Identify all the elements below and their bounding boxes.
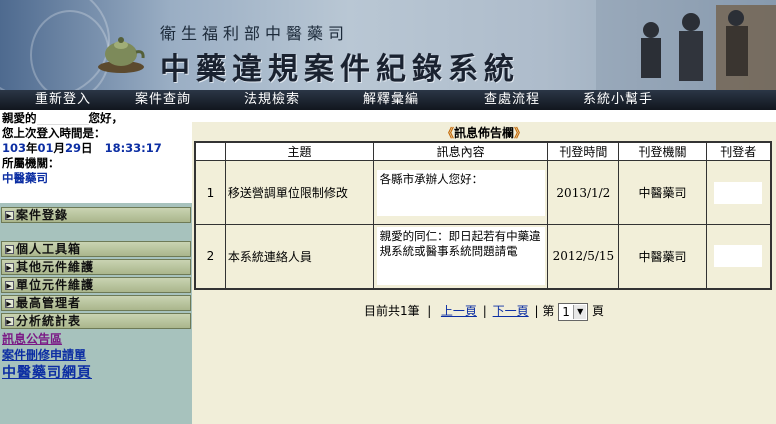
menu-label: 個人工具箱 (16, 242, 82, 256)
username-redacted (36, 112, 89, 125)
nav-help[interactable]: 系統小幫手 (568, 90, 668, 110)
col-date: 刊登時間 (547, 141, 620, 161)
pagination: 目前共1筆 | 上一頁 | 下一頁 | 第 1 ▼ 頁 (192, 302, 776, 321)
greeting-suffix: 您好， (88, 111, 124, 125)
greeting-prefix: 親愛的 (2, 111, 37, 125)
table-row: 1 移送營調單位限制修改 各縣市承辦人您好： 2013/1/2 中醫藥司 (194, 160, 772, 225)
main-nav: 重新登入 案件查詢 法規檢索 解釋彙編 查處流程 系統小幫手 (0, 90, 776, 110)
menu-label: 分析統計表 (16, 314, 82, 328)
pager-sep: | (534, 304, 539, 318)
row-content[interactable]: 各縣市承辦人您好： (376, 169, 545, 216)
row-content[interactable]: 親愛的同仁：即日起若有中藥違規系統或醫事系統問題請電 (376, 227, 545, 286)
col-subject: 主題 (224, 141, 374, 161)
page-suffix: 頁 (592, 304, 605, 318)
record-count: 目前共1筆 (363, 304, 420, 318)
menu-personal-toolbox[interactable]: ▶ 個人工具箱 (1, 241, 191, 257)
login-time: 18:33:17 (104, 141, 162, 155)
expand-triangle-icon: ▶ (5, 245, 14, 254)
menu-label: 其他元件維護 (16, 260, 95, 274)
nav-interpretation[interactable]: 解釋彙編 (326, 90, 456, 110)
row-content-cell: 各縣市承辦人您好： (372, 160, 549, 225)
col-content: 訊息內容 (372, 141, 549, 161)
menu-label: 案件登錄 (16, 208, 69, 222)
expand-triangle-icon: ▶ (5, 317, 14, 326)
row-agency: 中醫藥司 (618, 160, 707, 225)
dept-label: 所屬機關： (2, 156, 60, 170)
row-publisher-cell (705, 160, 772, 225)
table-header-row: 主題 訊息內容 刊登時間 刊登機關 刊登者 (194, 141, 772, 161)
expand-triangle-icon: ▶ (5, 263, 14, 272)
row-date: 2013/1/2 (547, 160, 620, 225)
row-publisher (714, 245, 763, 268)
main-content: 《訊息佈告欄》 主題 訊息內容 刊登時間 刊登機關 刊登者 1 移送營調單位限制… (192, 110, 776, 424)
org-name: 衛生福利部中醫藥司 (160, 24, 350, 43)
row-content-cell: 親愛的同仁：即日起若有中藥違規系統或醫事系統問題請電 (372, 224, 549, 289)
link-dept-website[interactable]: 中醫藥司網頁 (2, 362, 92, 382)
page-select[interactable]: 1 ▼ (558, 302, 589, 321)
teapot-logo-icon (98, 37, 145, 73)
col-no (194, 141, 226, 161)
row-agency: 中醫藥司 (618, 224, 707, 289)
expand-triangle-icon: ▶ (5, 299, 14, 308)
sidebar: 親愛的 您好， 您上次登入時間是： 103年01月29日 18:33:17 所屬機… (0, 110, 192, 424)
prev-page-link[interactable]: 上一頁 (441, 304, 477, 318)
login-day: 29 (65, 141, 82, 155)
login-day-unit: 日 (81, 141, 93, 155)
expand-triangle-icon: ▶ (5, 211, 14, 220)
menu-other-components[interactable]: ▶ 其他元件維護 (1, 259, 191, 275)
bulletin-table: 主題 訊息內容 刊登時間 刊登機關 刊登者 1 移送營調單位限制修改 各縣市承辦… (194, 141, 772, 290)
greeting: 親愛的 您好， (2, 111, 190, 126)
page-select-value: 1 (562, 304, 570, 319)
link-announcements[interactable]: 訊息公告區 (2, 330, 62, 347)
pager-sep: | (482, 304, 487, 318)
row-publisher-cell (705, 224, 772, 289)
login-month-unit: 月 (53, 141, 66, 155)
login-year: 103 (2, 141, 27, 155)
row-date: 2012/5/15 (547, 224, 620, 289)
link-case-edit-request[interactable]: 案件刪修申請單 (2, 346, 86, 363)
menu-label: 單位元件維護 (16, 278, 95, 292)
menu-label: 最高管理者 (16, 296, 82, 310)
col-publisher: 刊登者 (705, 141, 772, 161)
nav-law-search[interactable]: 法規檢索 (218, 90, 326, 110)
next-page-link[interactable]: 下一頁 (493, 304, 529, 318)
title-deco-right: 》 (514, 126, 527, 140)
system-title: 中藥違規案件紀錄系統 (160, 52, 520, 87)
row-subject[interactable]: 移送營調單位限制修改 (224, 160, 374, 225)
dept-value: 中醫藥司 (2, 171, 48, 185)
header-banner: 衛生福利部中醫藥司 中藥違規案件紀錄系統 (0, 0, 776, 90)
menu-unit-components[interactable]: ▶ 單位元件維護 (1, 277, 191, 293)
user-info-panel: 親愛的 您好， 您上次登入時間是： 103年01月29日 18:33:17 所屬機… (0, 110, 192, 203)
row-subject[interactable]: 本系統連絡人員 (224, 224, 374, 289)
menu-statistics[interactable]: ▶ 分析統計表 (1, 313, 191, 329)
pharmacist-illustration (596, 0, 776, 90)
menu-case-register[interactable]: ▶ 案件登錄 (1, 207, 191, 223)
nav-relogin[interactable]: 重新登入 (0, 90, 108, 110)
col-agency: 刊登機關 (618, 141, 707, 161)
expand-triangle-icon: ▶ (5, 281, 14, 290)
bulletin-title-text: 訊息佈告欄 (453, 126, 514, 140)
pager-sep: | (427, 304, 432, 318)
row-no: 2 (194, 224, 226, 289)
chevron-down-icon: ▼ (573, 304, 587, 319)
main-topbar (192, 110, 776, 122)
row-no: 1 (194, 160, 226, 225)
nav-process-flow[interactable]: 查處流程 (456, 90, 568, 110)
bulletin-title: 《訊息佈告欄》 (192, 124, 776, 141)
title-deco-left: 《 (441, 126, 454, 140)
nav-case-search[interactable]: 案件查詢 (108, 90, 218, 110)
login-month: 01 (37, 141, 54, 155)
row-publisher (714, 181, 763, 204)
table-row: 2 本系統連絡人員 親愛的同仁：即日起若有中藥違規系統或醫事系統問題請電 201… (194, 224, 772, 289)
menu-super-admin[interactable]: ▶ 最高管理者 (1, 295, 191, 311)
login-year-unit: 年 (26, 141, 38, 155)
last-login-datetime: 103年01月29日 18:33:17 (2, 141, 190, 156)
page-prefix: 第 (542, 304, 555, 318)
last-login-label: 您上次登入時間是： (2, 126, 106, 140)
